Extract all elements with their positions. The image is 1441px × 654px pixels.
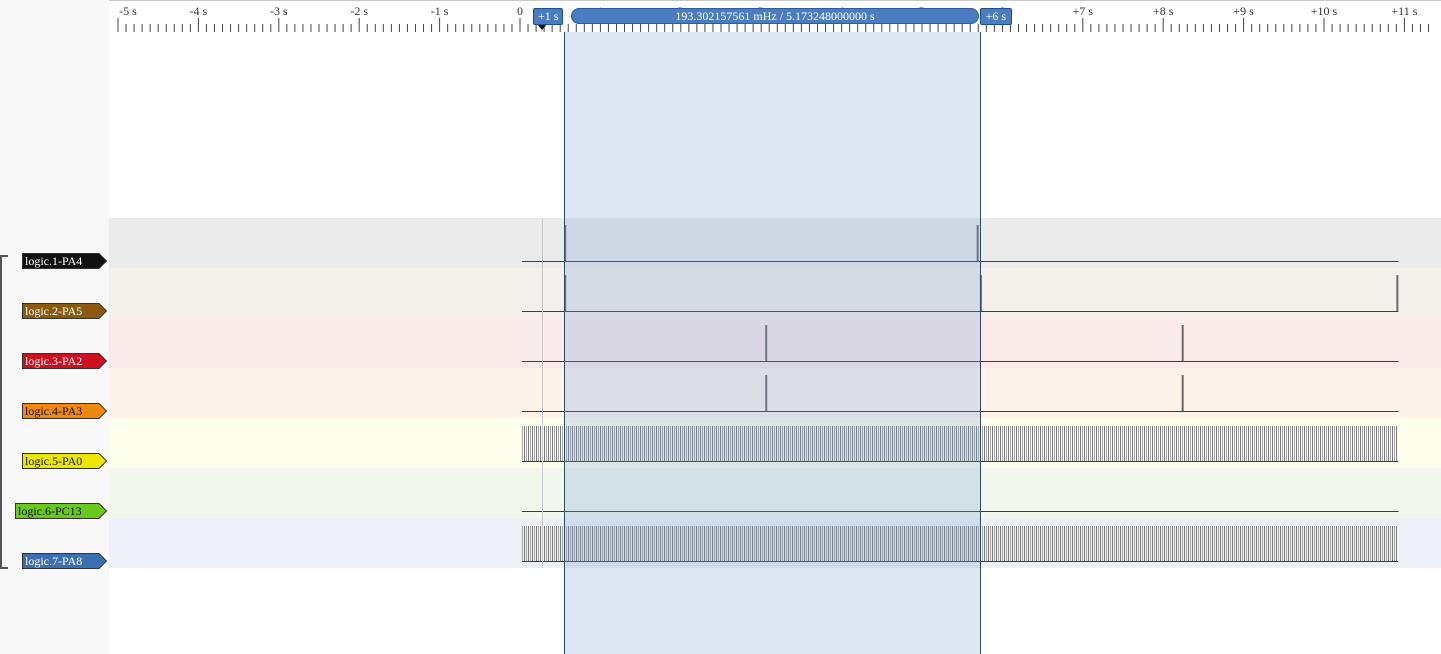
pulseview-main-window: -5 s-4 s-3 s-2 s-1 s0+1 s+2 s+3 s+4 s+5 … — [0, 0, 1441, 654]
cursor-selection-region[interactable] — [564, 32, 981, 654]
trace-pulse — [1181, 375, 1184, 411]
trace-pulse — [1181, 325, 1184, 361]
trigger-line — [541, 218, 543, 568]
cursor-start-handle[interactable]: +1 s — [533, 8, 564, 25]
cursor-end-handle[interactable]: +6 s — [979, 8, 1012, 25]
cursor-measurement-bar[interactable]: 193.302157561 mHz / 5.173248000000 s — [571, 8, 979, 24]
trace-pulse — [1396, 275, 1399, 311]
